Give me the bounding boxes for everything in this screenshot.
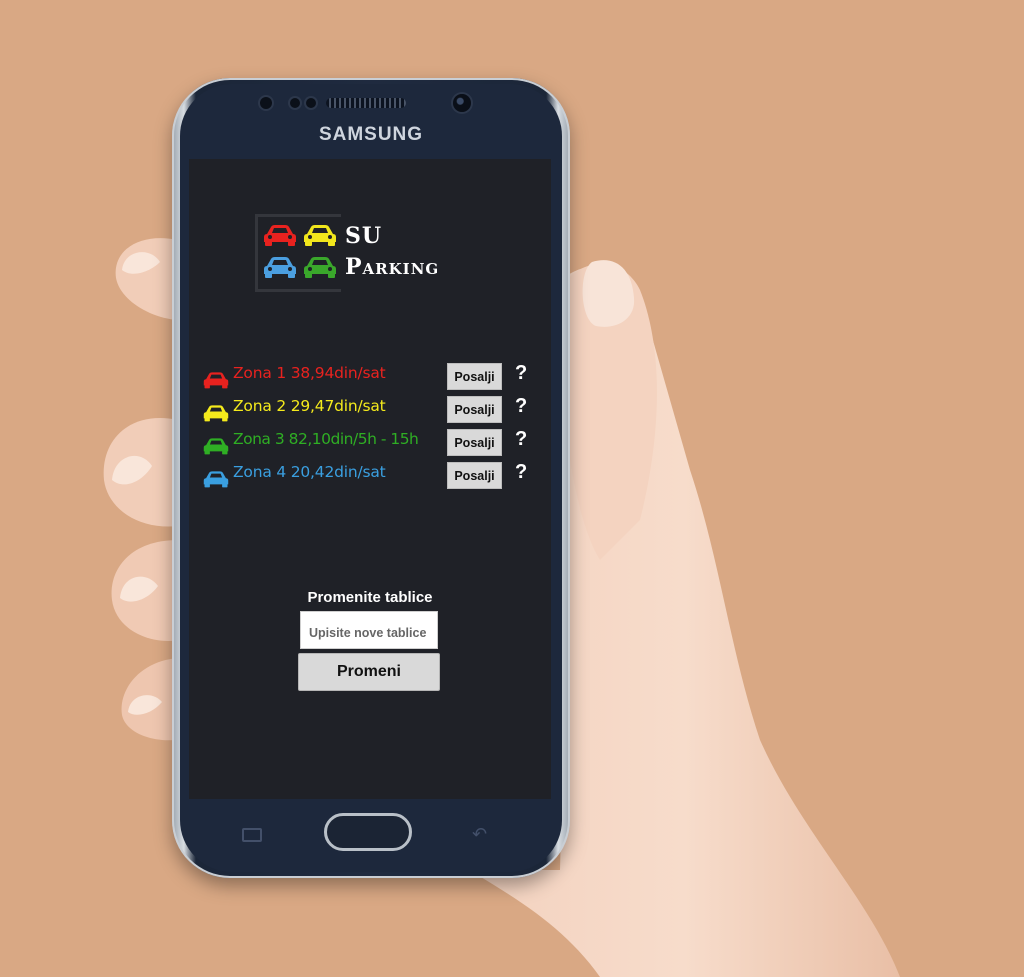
- question-mark-icon[interactable]: ?: [515, 461, 527, 484]
- zone-row-1: Zona 1 38,94din/sat Posalji ?: [201, 362, 551, 391]
- car-icon: [203, 471, 229, 488]
- car-icon: [304, 225, 336, 246]
- question-mark-icon[interactable]: ?: [515, 395, 527, 418]
- sensor: [306, 98, 316, 108]
- question-mark-icon[interactable]: ?: [515, 362, 527, 385]
- question-mark-icon[interactable]: ?: [515, 428, 527, 451]
- zone-row-2: Zona 2 29,47din/sat Posalji ?: [201, 395, 551, 424]
- app-logo: SU Parking: [255, 214, 495, 294]
- phone-frame: SAMSUNG SU Parking Zona 1 38,94din/sat P…: [172, 78, 570, 878]
- send-button-zone-4[interactable]: Posalji: [447, 462, 502, 489]
- front-camera: [453, 94, 471, 112]
- logo-text-line1: SU: [345, 223, 383, 249]
- earpiece-speaker: [326, 98, 406, 108]
- back-icon[interactable]: ↶: [472, 824, 487, 845]
- proximity-sensor: [260, 97, 272, 109]
- send-button-zone-1[interactable]: Posalji: [447, 363, 502, 390]
- zone-label: Zona 1 38,94din/sat: [233, 364, 386, 382]
- zone-row-4: Zona 4 20,42din/sat Posalji ?: [201, 461, 551, 490]
- home-button[interactable]: [324, 813, 412, 851]
- logo-text-line2: Parking: [345, 254, 440, 280]
- brand-label: SAMSUNG: [318, 124, 424, 145]
- car-icon: [264, 257, 296, 278]
- car-icon: [264, 225, 296, 246]
- send-button-zone-3[interactable]: Posalji: [447, 429, 502, 456]
- zone-label: Zona 3 82,10din/5h - 15h: [233, 430, 419, 448]
- car-icon: [304, 257, 336, 278]
- change-plates-title: Promenite tablice: [307, 589, 433, 606]
- car-icon: [203, 372, 229, 389]
- zone-label: Zona 4 20,42din/sat: [233, 463, 386, 481]
- sensor: [290, 98, 300, 108]
- car-icon: [203, 438, 229, 455]
- plates-input[interactable]: [300, 611, 438, 649]
- send-button-zone-2[interactable]: Posalji: [447, 396, 502, 423]
- zone-label: Zona 2 29,47din/sat: [233, 397, 386, 415]
- change-plates-button[interactable]: Promeni: [298, 653, 440, 691]
- zone-row-3: Zona 3 82,10din/5h - 15h Posalji ?: [201, 428, 551, 457]
- app-screen: SU Parking Zona 1 38,94din/sat Posalji ?: [189, 159, 551, 799]
- car-icon: [203, 405, 229, 422]
- recent-apps-icon[interactable]: [242, 828, 262, 842]
